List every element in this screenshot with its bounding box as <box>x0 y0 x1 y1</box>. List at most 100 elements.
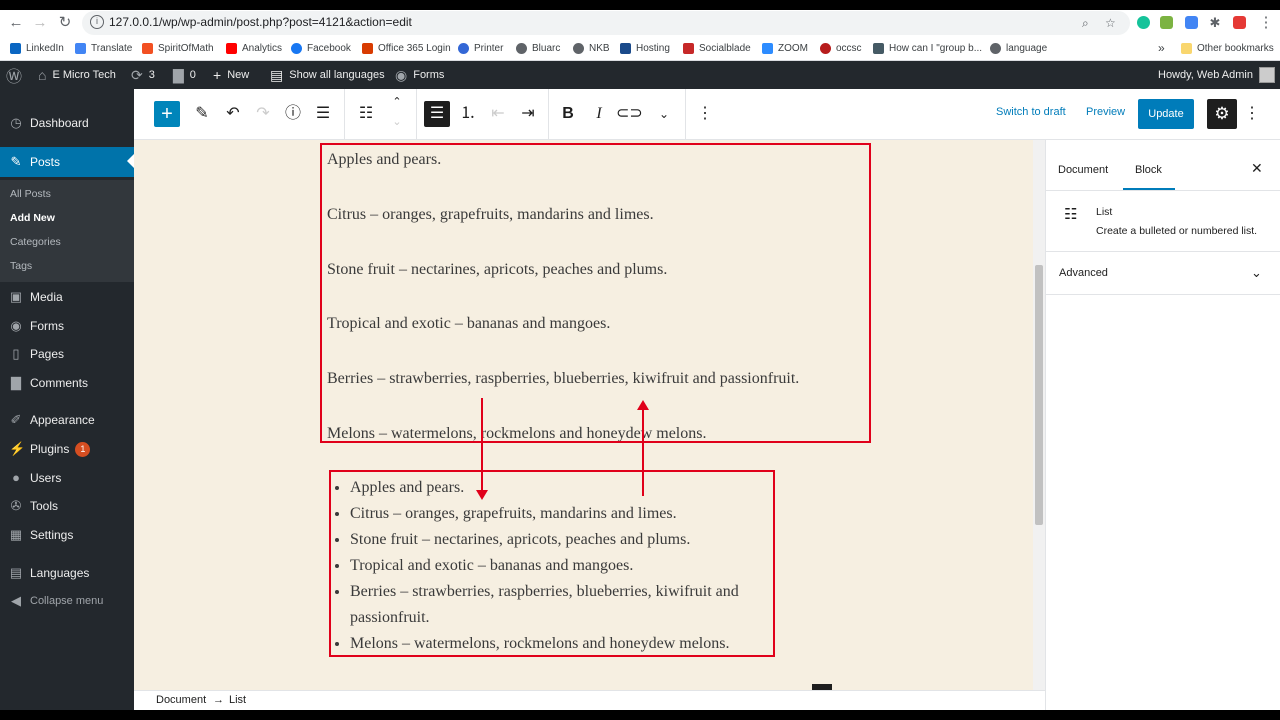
breadcrumb-list[interactable]: List <box>229 694 246 706</box>
menu-forms[interactable]: ◉ Forms <box>0 312 134 340</box>
bookmark-item[interactable]: Translate <box>75 40 132 56</box>
tools-pencil-icon[interactable]: ✎ <box>189 101 215 127</box>
tab-block[interactable]: Block <box>1135 164 1162 176</box>
bookmarks-bar: LinkedIn Translate SpiritOfMath Analytic… <box>0 36 1280 61</box>
close-icon[interactable]: ✕ <box>1251 160 1263 177</box>
translate-ext-icon[interactable] <box>1185 16 1198 29</box>
block-options-icon[interactable]: ⋮ <box>692 101 718 127</box>
move-up-icon[interactable]: ⌃ <box>384 95 410 109</box>
indent-icon[interactable]: ⇥ <box>515 101 541 127</box>
bookmark-item[interactable]: Socialblade <box>683 40 751 56</box>
menu-posts[interactable]: ✎ Posts <box>0 147 134 177</box>
menu-appearance[interactable]: ✐ Appearance <box>0 406 134 434</box>
settings-gear-icon[interactable]: ⚙ <box>1207 99 1237 129</box>
occsc-icon <box>820 42 831 54</box>
forward-icon[interactable]: → <box>30 13 50 33</box>
updates-icon: ⟳ <box>131 66 143 83</box>
star-icon[interactable]: ☆ <box>1105 16 1116 30</box>
scrollbar-thumb[interactable] <box>1035 265 1043 525</box>
back-icon[interactable]: ← <box>6 13 26 33</box>
switch-to-draft-button[interactable]: Switch to draft <box>996 106 1066 118</box>
url-field[interactable]: i 127.0.0.1/wp/wp-admin/post.php?post=41… <box>82 11 1130 35</box>
canvas-scrollbar[interactable] <box>1033 140 1045 690</box>
bold-icon[interactable]: B <box>555 101 581 127</box>
bookmark-item[interactable]: Analytics <box>226 40 282 56</box>
bookmark-item[interactable]: Bluarc <box>516 40 560 56</box>
extension-red-icon[interactable] <box>1233 16 1246 29</box>
menu-languages[interactable]: ▤ Languages <box>0 559 134 587</box>
bookmarks-overflow[interactable]: » <box>1158 40 1165 56</box>
menu-users[interactable]: ● Users <box>0 464 134 492</box>
bookmark-item[interactable]: SpiritOfMath <box>142 40 214 56</box>
bookmark-item[interactable]: occsc <box>820 40 862 56</box>
zoom-icon[interactable]: ⌕ <box>1082 16 1089 31</box>
submenu-categories[interactable]: Categories <box>10 236 61 248</box>
other-bookmarks[interactable]: Other bookmarks <box>1181 40 1274 56</box>
list-block-icon[interactable]: ☷ <box>353 101 379 127</box>
bookmark-item[interactable]: Office 365 Login <box>362 40 451 56</box>
collapse-menu[interactable]: ◀ Collapse menu <box>0 587 134 615</box>
forms-item[interactable]: ◉ Forms <box>395 61 444 89</box>
bookmark-item[interactable]: language <box>990 40 1047 56</box>
move-down-icon[interactable]: ⌄ <box>384 115 410 129</box>
info-icon[interactable]: ⓘ <box>280 101 306 127</box>
breadcrumb-document[interactable]: Document <box>156 694 206 706</box>
updates-item[interactable]: ⟳ 3 <box>131 61 155 89</box>
ordered-list-icon[interactable]: ⒈ <box>455 101 481 127</box>
info-icon[interactable]: i <box>90 15 104 29</box>
outline-icon[interactable]: ☰ <box>310 101 336 127</box>
my-account[interactable]: Howdy, Web Admin <box>1158 61 1275 89</box>
more-formats-chevron-icon[interactable]: ⌄ <box>651 101 677 127</box>
puzzle-icon[interactable]: ✱ <box>1205 13 1225 33</box>
new-item[interactable]: + New <box>213 61 249 89</box>
submenu-all-posts[interactable]: All Posts <box>10 188 51 200</box>
italic-icon[interactable]: I <box>586 101 612 127</box>
bookmark-item[interactable]: Facebook <box>291 40 351 56</box>
pin-icon: ✎ <box>10 154 22 169</box>
avatar <box>1258 67 1275 83</box>
advanced-section-toggle[interactable]: Advanced ⌄ <box>1046 252 1280 294</box>
menu-comments[interactable]: ▇ Comments <box>0 369 134 397</box>
annotation-box-paragraphs <box>320 143 871 443</box>
toolbar-divider <box>548 89 549 140</box>
menu-plugins[interactable]: ⚡ Plugins 1 <box>0 435 134 463</box>
link-icon[interactable]: ⊂⊃ <box>616 101 643 127</box>
add-block-button[interactable]: + <box>154 101 180 127</box>
grammarly-icon[interactable] <box>1137 16 1150 29</box>
bookmark-item[interactable]: ZOOM <box>762 40 808 56</box>
hosting-icon <box>620 42 631 54</box>
menu-tools[interactable]: ✇ Tools <box>0 492 134 520</box>
preview-button[interactable]: Preview <box>1086 106 1125 118</box>
wp-logo-icon[interactable]: Ⓦ <box>6 61 28 89</box>
panel-divider <box>1046 294 1280 295</box>
submenu-add-new[interactable]: Add New <box>10 212 55 224</box>
more-options-icon[interactable]: ⋮ <box>1239 101 1265 127</box>
bookmark-item[interactable]: Printer <box>458 40 503 56</box>
bookmark-item[interactable]: LinkedIn <box>10 40 64 56</box>
unordered-list-button[interactable]: ☰ <box>424 101 450 127</box>
tab-document[interactable]: Document <box>1058 164 1108 176</box>
advanced-label: Advanced <box>1059 267 1108 279</box>
site-name[interactable]: ⌂ E Micro Tech <box>38 61 116 89</box>
block-settings-panel: Document Block ✕ ☷ List Create a bullete… <box>1045 140 1280 710</box>
editor-canvas[interactable]: Apples and pears. Citrus – oranges, grap… <box>134 140 1033 690</box>
menu-settings[interactable]: ▦ Settings <box>0 521 134 549</box>
menu-pages[interactable]: ▯ Pages <box>0 340 134 368</box>
redo-icon[interactable]: ↷ <box>250 101 276 127</box>
comments-item[interactable]: ▇ 0 <box>173 61 196 89</box>
menu-dashboard[interactable]: ◷ Dashboard <box>0 109 134 137</box>
address-bar-row: ← → ↻ i 127.0.0.1/wp/wp-admin/post.php?p… <box>0 10 1280 36</box>
bookmark-item[interactable]: How can I "group b... <box>873 40 982 56</box>
undo-icon[interactable]: ↶ <box>220 101 246 127</box>
bookmark-item[interactable]: Hosting <box>620 40 670 56</box>
outdent-icon[interactable]: ⇤ <box>485 101 511 127</box>
menu-media[interactable]: ▣ Media <box>0 283 134 311</box>
bookmark-item[interactable]: NKB <box>573 40 610 56</box>
reload-icon[interactable]: ↻ <box>55 13 75 33</box>
update-button[interactable]: Update <box>1138 99 1194 129</box>
extension-icon[interactable] <box>1160 16 1173 29</box>
submenu-tags[interactable]: Tags <box>10 260 32 272</box>
menu-dots-icon[interactable]: ⋮ <box>1256 13 1276 33</box>
languages-item[interactable]: ▤ Show all languages <box>270 61 385 89</box>
globe-icon <box>990 42 1001 54</box>
